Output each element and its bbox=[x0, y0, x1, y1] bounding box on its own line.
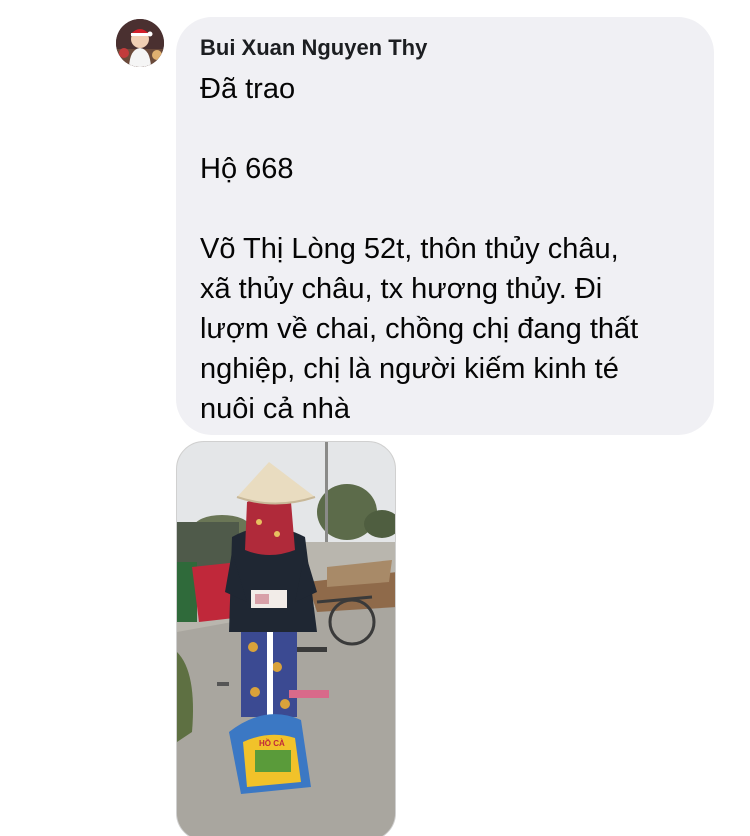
message-line: Đã trao bbox=[200, 73, 296, 105]
message-line: nghiệp, chị là người kiếm kinh té bbox=[200, 353, 619, 385]
sender-name[interactable]: Bui Xuan Nguyen Thy bbox=[200, 35, 690, 61]
avatar-image bbox=[116, 19, 164, 67]
rice-bag-label: HỒ CÀ bbox=[259, 738, 285, 748]
message-bubble[interactable]: Bui Xuan Nguyen Thy Đã trao Hộ 668 Võ Th… bbox=[176, 17, 714, 435]
message-line: Hộ 668 bbox=[200, 153, 294, 185]
message-line: nuôi cả nhà bbox=[200, 393, 350, 425]
message-line: xã thủy châu, tx hương thủy. Đi bbox=[200, 273, 603, 305]
message-photo[interactable]: HỒ CÀ bbox=[176, 441, 396, 836]
messenger-thread: Bui Xuan Nguyen Thy Đã trao Hộ 668 Võ Th… bbox=[0, 0, 750, 836]
message-line: lượm về chai, chồng chị đang thất bbox=[200, 313, 639, 345]
sender-avatar[interactable] bbox=[116, 19, 164, 67]
photo-woman-with-rice-bag: HỒ CÀ bbox=[177, 442, 395, 836]
message-line: Võ Thị Lòng 52t, thôn thủy châu, bbox=[200, 233, 619, 265]
